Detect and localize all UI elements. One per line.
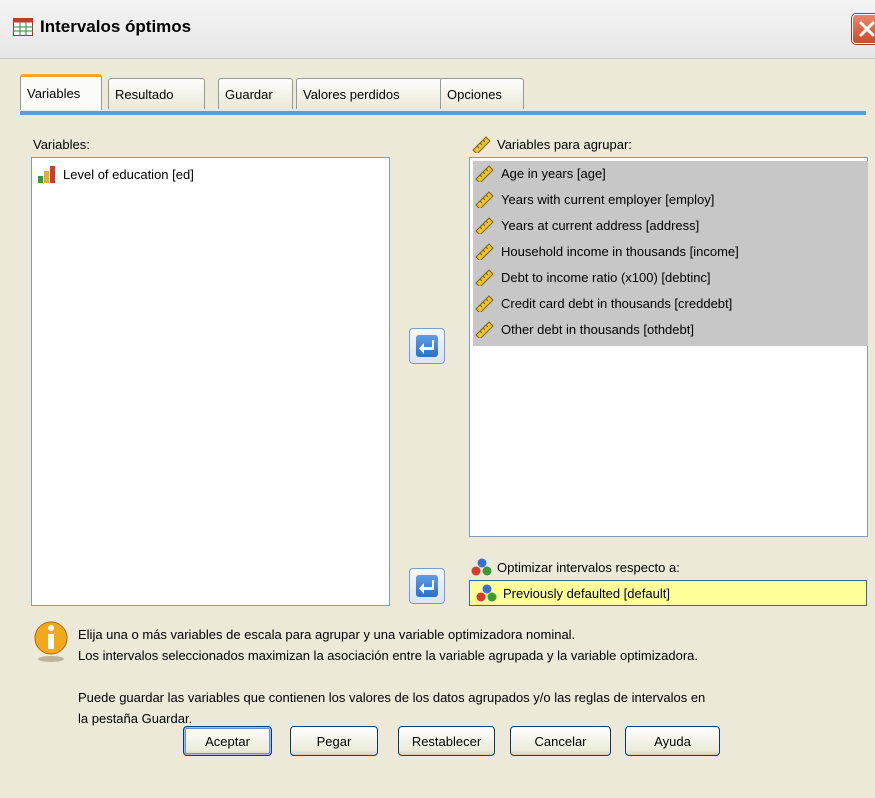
help-button[interactable]: Ayuda — [625, 726, 720, 756]
tab-opciones[interactable]: Opciones — [440, 78, 524, 109]
list-item[interactable]: Age in years [age] — [474, 162, 606, 184]
tab-label: Opciones — [447, 87, 502, 102]
ordinal-bar-icon — [38, 166, 55, 183]
optimal-binning-dialog: Intervalos óptimos Variables Resultado G… — [0, 0, 875, 798]
info-line-3: Puede guardar las variables que contiene… — [78, 690, 706, 705]
info-line-1: Elija una o más variables de escala para… — [78, 627, 576, 642]
close-icon — [859, 21, 875, 37]
ruler-icon — [472, 136, 491, 153]
source-variable-list[interactable]: Level of education [ed] — [31, 157, 390, 606]
tab-label: Valores perdidos — [303, 87, 400, 102]
ruler-icon — [475, 243, 494, 260]
list-item-label: Other debt in thousands [othdebt] — [501, 321, 694, 337]
optimize-label: Optimizar intervalos respecto a: — [497, 559, 680, 575]
close-button[interactable] — [852, 14, 875, 44]
tab-variables[interactable]: Variables — [20, 74, 102, 110]
info-line-4: la pestaña Guardar. — [78, 711, 193, 726]
info-icon — [34, 621, 68, 662]
tab-label: Variables — [27, 86, 81, 101]
list-item[interactable]: Household income in thousands [income] — [474, 240, 739, 262]
list-item-label: Household income in thousands [income] — [501, 243, 739, 259]
table-grid-icon — [13, 18, 33, 36]
nominal-icon — [476, 584, 497, 602]
arrow-left-icon — [419, 580, 434, 594]
ok-button[interactable]: Aceptar — [183, 726, 272, 756]
list-item[interactable]: Other debt in thousands [othdebt] — [474, 318, 694, 340]
tab-label: Resultado — [115, 87, 174, 102]
optimizer-variable-field[interactable]: Previously defaulted [default] — [469, 580, 867, 606]
source-list-label: Variables: — [33, 137, 90, 152]
list-item-label: Credit card debt in thousands [creddebt] — [501, 295, 733, 311]
list-item[interactable]: Debt to income ratio (x100) [debtinc] — [474, 266, 711, 288]
cancel-button[interactable]: Cancelar — [510, 726, 611, 756]
tab-valores-perdidos[interactable]: Valores perdidos — [296, 78, 443, 109]
list-item[interactable]: Credit card debt in thousands [creddebt] — [474, 292, 732, 314]
optimizer-variable-value: Previously defaulted [default] — [503, 585, 670, 601]
optimize-label-wrap: Optimizar intervalos respecto a: — [471, 558, 680, 576]
move-bin-variables-button[interactable] — [409, 328, 445, 364]
list-item[interactable]: Previously defaulted [default] — [476, 582, 670, 604]
bin-list-label: Variables para agrupar: — [497, 136, 632, 152]
list-item-label: Years at current address [address] — [501, 217, 700, 233]
info-line-2: Los intervalos seleccionados maximizan l… — [78, 648, 699, 663]
list-item-label: Age in years [age] — [501, 165, 606, 181]
button-label: Aceptar — [205, 734, 250, 749]
button-label: Restablecer — [411, 734, 482, 749]
nominal-icon — [471, 558, 492, 576]
list-item-label: Level of education [ed] — [63, 166, 194, 182]
bin-list-label-wrap: Variables para agrupar: — [471, 135, 632, 153]
list-item[interactable]: Years with current employer [employ] — [474, 188, 714, 210]
paste-button[interactable]: Pegar — [290, 726, 378, 756]
list-item[interactable]: Years at current address [address] — [474, 214, 699, 236]
ruler-icon — [475, 321, 494, 338]
list-item[interactable]: Level of education [ed] — [36, 163, 194, 185]
title-bar: Intervalos óptimos — [0, 0, 875, 59]
tab-underline — [20, 110, 866, 115]
ruler-icon — [475, 217, 494, 234]
bin-variable-list[interactable]: Age in years [age] Years with current em… — [469, 157, 868, 537]
ruler-icon — [475, 295, 494, 312]
list-item-label: Years with current employer [employ] — [501, 191, 715, 207]
button-label: Pegar — [316, 734, 352, 749]
tab-label: Guardar — [225, 87, 273, 102]
tab-resultado[interactable]: Resultado — [108, 78, 205, 109]
button-label: Cancelar — [534, 734, 587, 749]
move-optimizer-variable-button[interactable] — [409, 568, 445, 604]
ruler-icon — [475, 191, 494, 208]
list-item-label: Debt to income ratio (x100) [debtinc] — [501, 269, 711, 285]
window-title: Intervalos óptimos — [40, 17, 192, 36]
arrow-left-icon — [419, 340, 434, 354]
tab-guardar[interactable]: Guardar — [218, 78, 293, 109]
ruler-icon — [475, 269, 494, 286]
button-label: Ayuda — [654, 734, 691, 749]
reset-button[interactable]: Restablecer — [398, 726, 495, 756]
ruler-icon — [475, 165, 494, 182]
